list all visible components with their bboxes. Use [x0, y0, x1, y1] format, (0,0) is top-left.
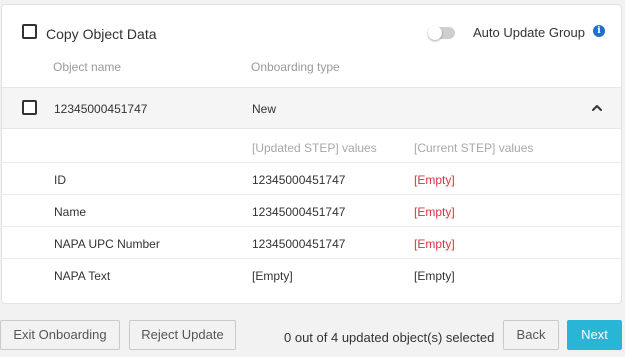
- onboarding-type-value: New: [252, 102, 277, 116]
- object-row[interactable]: 12345000451747 New: [2, 87, 621, 129]
- copy-object-data-label[interactable]: Copy Object Data: [46, 26, 157, 42]
- table-row: NAPA UPC Number 12345000451747 [Empty]: [2, 226, 621, 258]
- table-row: NAPA Text [Empty] [Empty]: [2, 258, 621, 290]
- onboarding-panel: Copy Object Data Auto Update Group i Obj…: [1, 4, 622, 304]
- selection-status: 0 out of 4 updated object(s) selected: [284, 330, 495, 345]
- updated-value: [Empty]: [252, 269, 293, 283]
- footer-bar: Exit Onboarding Reject Update 0 out of 4…: [0, 310, 625, 357]
- column-header-current-values: [Current STEP] values: [414, 141, 534, 155]
- reject-update-button[interactable]: Reject Update: [129, 320, 236, 350]
- attribute-label: ID: [54, 173, 66, 187]
- updated-value: 12345000451747: [252, 237, 346, 251]
- current-value: [Empty]: [414, 269, 455, 283]
- exit-onboarding-button[interactable]: Exit Onboarding: [0, 320, 120, 350]
- attribute-label: Name: [54, 205, 87, 219]
- object-name: 12345000451747: [54, 102, 148, 116]
- next-button[interactable]: Next: [567, 320, 622, 350]
- auto-update-group-label: Auto Update Group: [472, 25, 585, 40]
- auto-update-group-toggle[interactable]: [428, 26, 455, 40]
- attribute-label: NAPA UPC Number: [54, 237, 160, 251]
- column-header-updated-values: [Updated STEP] values: [252, 141, 377, 155]
- column-header-onboarding-type: Onboarding type: [251, 60, 340, 74]
- toggle-knob: [428, 26, 442, 40]
- current-value: [Empty]: [414, 173, 455, 187]
- current-value: [Empty]: [414, 205, 455, 219]
- chevron-up-icon[interactable]: [591, 102, 603, 114]
- panel-header: Copy Object Data Auto Update Group i: [20, 23, 607, 47]
- current-value: [Empty]: [414, 237, 455, 251]
- info-icon[interactable]: i: [593, 25, 605, 37]
- object-select-checkbox[interactable]: [22, 100, 37, 115]
- column-header-object-name: Object name: [53, 60, 122, 74]
- copy-object-data-checkbox[interactable]: [22, 24, 37, 39]
- updated-value: 12345000451747: [252, 173, 346, 187]
- updated-value: 12345000451747: [252, 205, 346, 219]
- table-row: Name 12345000451747 [Empty]: [2, 194, 621, 226]
- attribute-label: NAPA Text: [54, 269, 111, 283]
- table-row: ID 12345000451747 [Empty]: [2, 162, 621, 194]
- back-button[interactable]: Back: [503, 320, 559, 350]
